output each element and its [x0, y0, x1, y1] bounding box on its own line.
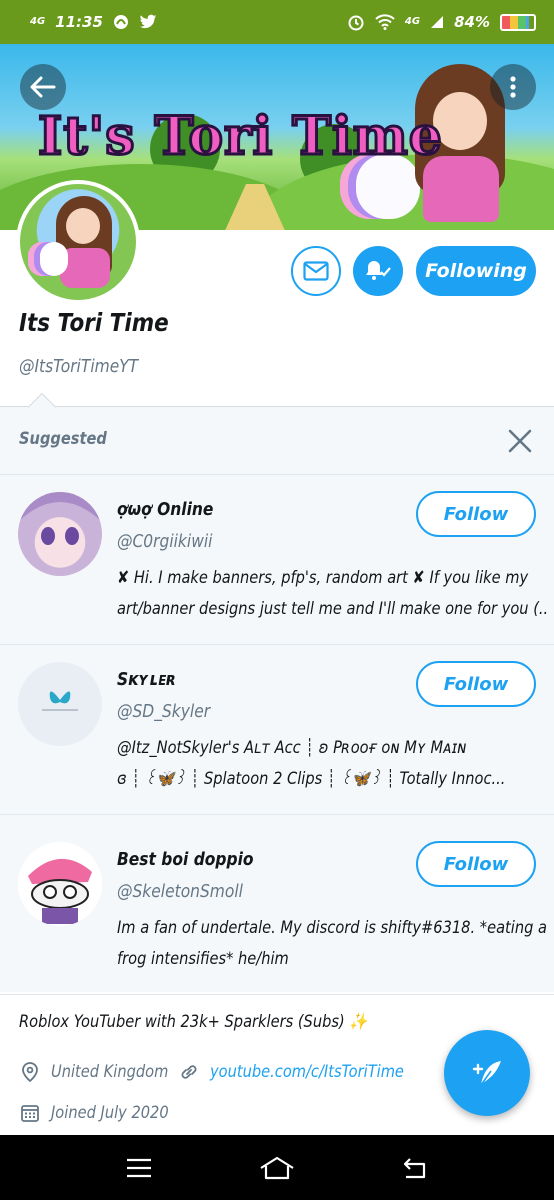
suggested-name[interactable]: ợωợ Online — [117, 499, 213, 520]
suggested-avatar[interactable] — [18, 662, 102, 746]
suggested-bio: @Itz_NotSkyler's Aʟᴛ Aᴄᴄ ┊ ʚ Pʀᴏᴏғ ᴏɴ Mʏ… — [117, 733, 547, 799]
twitter-notification-icon — [139, 14, 157, 29]
profile-display-name: Its Tori Time — [19, 308, 169, 337]
profile-bio: Roblox YouTuber with 23k+ Sparklers (Sub… — [19, 1012, 368, 1032]
suggested-name[interactable]: Best boi doppio — [117, 849, 254, 870]
follow-button[interactable]: Follow — [416, 491, 536, 537]
suggested-avatar[interactable] — [18, 842, 102, 926]
return-arrow-icon — [403, 1157, 426, 1178]
back-nav-button[interactable] — [395, 1148, 435, 1188]
system-navigation-bar — [0, 1135, 554, 1200]
follow-button[interactable]: Follow — [416, 841, 536, 887]
close-icon — [508, 429, 532, 453]
calendar-icon — [19, 1102, 41, 1124]
profile-avatar[interactable] — [16, 180, 140, 304]
suggested-title: Suggested — [19, 429, 107, 449]
anime-avatar-art — [18, 492, 102, 545]
more-options-button[interactable] — [490, 64, 536, 110]
bio-line: ✘ Hi. I make banners, pfp's, random art … — [117, 568, 529, 588]
suggested-account-card[interactable]: Sᴋʏʟᴇʀ @SD_Skyler @Itz_NotSkyler's Aʟᴛ A… — [0, 645, 554, 815]
compose-tweet-button[interactable] — [444, 1030, 530, 1116]
profile-handle: @ItsToriTimeYT — [19, 356, 139, 377]
skeleton-avatar-art — [28, 858, 92, 924]
battery-percent: 84% — [454, 13, 490, 31]
bio-line: frog intensifies* he/him — [117, 949, 289, 969]
bio-line: @Itz_NotSkyler's Aʟᴛ Aᴄᴄ ┊ ʚ Pʀᴏᴏғ ᴏɴ Mʏ… — [117, 738, 467, 758]
suggested-handle: @C0rgiikiwii — [117, 531, 213, 552]
suggested-account-card[interactable]: ợωợ Online @C0rgiikiwii ✘ Hi. I make ban… — [0, 475, 554, 645]
suggested-handle: @SD_Skyler — [117, 701, 211, 722]
app-notification-icon — [113, 15, 128, 29]
banner-title: It's Tori Time — [37, 105, 444, 169]
bio-line: Im a fan of undertale. My discord is shi… — [117, 918, 547, 938]
message-button[interactable] — [291, 246, 341, 296]
profile-website-row[interactable]: youtube.com/c/ItsToriTime — [178, 1061, 436, 1083]
bell-check-icon — [366, 261, 391, 280]
location-pin-icon — [19, 1061, 41, 1083]
profile-location: United Kingdom — [51, 1062, 169, 1082]
suggested-avatar[interactable] — [18, 492, 102, 576]
arrow-left-icon — [30, 76, 56, 98]
suggested-account-card[interactable]: Best boi doppio @SkeletonSmoll Im a fan … — [0, 825, 554, 995]
recent-apps-button[interactable] — [119, 1148, 159, 1188]
envelope-icon — [303, 261, 329, 281]
suggested-handle: @SkeletonSmoll — [117, 881, 243, 902]
compose-feather-icon — [472, 1061, 501, 1086]
bio-line: art/banner designs just tell me and I'll… — [117, 599, 547, 619]
battery-icon — [500, 13, 536, 31]
suggested-header: Suggested — [0, 407, 554, 475]
menu-lines-icon — [127, 1158, 151, 1177]
following-button[interactable]: Following — [416, 246, 536, 296]
suggested-name[interactable]: Sᴋʏʟᴇʀ — [117, 669, 177, 690]
network-indicator-right: 4G — [404, 16, 421, 27]
status-bar: 4G 11:35 4G 84% — [0, 0, 554, 44]
suggested-bio: ✘ Hi. I make banners, pfp's, random art … — [117, 563, 547, 629]
notifications-button[interactable] — [353, 246, 403, 296]
suggested-accounts-panel: Suggested ợωợ Online @C0rgiikiwii ✘ Hi. … — [0, 392, 554, 995]
suggested-bio: Im a fan of undertale. My discord is shi… — [117, 913, 547, 979]
wifi-icon — [375, 14, 395, 30]
link-icon — [178, 1061, 200, 1083]
profile-joined-date: Joined July 2020 — [51, 1103, 169, 1123]
clock: 11:35 — [55, 13, 103, 31]
follow-button[interactable]: Follow — [416, 661, 536, 707]
home-icon — [260, 1156, 294, 1179]
network-indicator: 4G — [30, 16, 46, 27]
profile-meta-row: United Kingdom — [19, 1061, 187, 1083]
back-button[interactable] — [20, 64, 66, 110]
more-vertical-icon — [510, 76, 516, 98]
profile-website-link[interactable]: youtube.com/c/ItsToriTime — [210, 1062, 404, 1082]
bio-line: ɞ ┊ ꒰🦋꒱ ┊ Splatoon 2 Clips ┊ ꒰🦋꒱ ┊ Total… — [117, 769, 506, 789]
butterfly-logo-icon — [42, 691, 78, 711]
alarm-icon — [348, 15, 364, 31]
signal-icon — [431, 16, 444, 28]
profile-joined-row: Joined July 2020 — [19, 1102, 188, 1124]
home-button[interactable] — [257, 1148, 297, 1188]
dismiss-suggested-button[interactable] — [504, 425, 536, 457]
